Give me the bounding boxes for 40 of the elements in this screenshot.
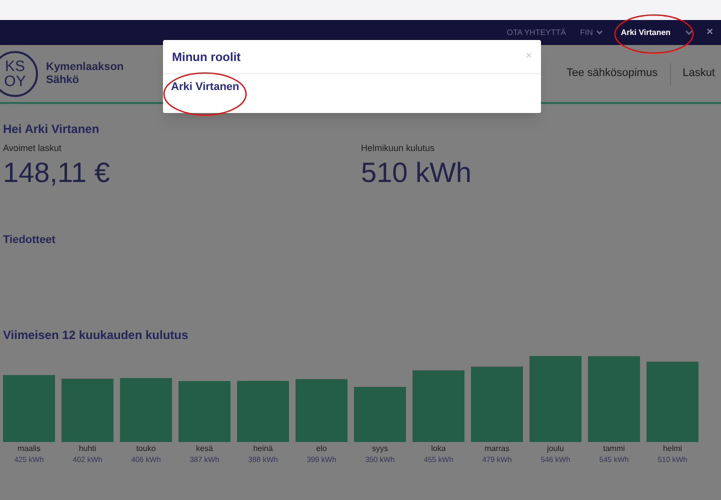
- bar: [412, 370, 464, 442]
- category-label: heinä: [253, 444, 273, 453]
- category-label: huhti: [78, 444, 96, 453]
- category-label: marras: [484, 444, 510, 453]
- brand-name: Kymenlaakson Sähkö: [46, 60, 124, 86]
- user-menu-button[interactable]: Arki Virtanen: [620, 26, 671, 38]
- bar: [3, 375, 55, 442]
- bar: [120, 378, 172, 442]
- role-link[interactable]: Arki Virtanen: [163, 74, 541, 96]
- close-button[interactable]: ×: [706, 24, 713, 41]
- category-label: kesä: [196, 444, 213, 453]
- category-label: tammi: [603, 444, 625, 453]
- greeting-label: Hei: [3, 121, 22, 138]
- stat-value: 148,11 €: [3, 156, 111, 190]
- nav-link[interactable]: Tee sähkösopimus: [566, 65, 658, 82]
- bar: [237, 380, 289, 442]
- category-label: joulu: [547, 444, 564, 453]
- category-label: maalis: [17, 444, 41, 453]
- contact-link[interactable]: OTA YHTEYTTÄ: [506, 26, 566, 38]
- category-label: elo: [316, 444, 327, 453]
- category-label: touko: [136, 444, 156, 453]
- section-title: Viimeisen 12 kuukauden kulutus: [3, 327, 190, 344]
- bar: [296, 379, 348, 442]
- nav-link[interactable]: Laskut: [682, 65, 715, 82]
- logo-mark: KS OY: [0, 50, 38, 96]
- language-button[interactable]: FIN: [580, 26, 603, 38]
- category-label: helmi: [662, 444, 682, 453]
- bar: [62, 378, 114, 442]
- category-label: loka: [431, 444, 446, 453]
- stat-label: Avoimet laskut: [3, 142, 62, 155]
- stat-value: 510 kWh: [361, 156, 472, 190]
- user-name: Arki Virtanen: [24, 121, 100, 138]
- chevron-down-icon: [684, 30, 693, 35]
- section-title: Tiedotteet: [3, 232, 56, 248]
- dialog-title: Minun roolit: [172, 48, 241, 66]
- category-label: syys: [372, 444, 388, 453]
- bar: [354, 386, 406, 442]
- chevron-down-icon: [596, 30, 603, 35]
- stat-label: Helmikuun kulutus: [361, 142, 436, 155]
- bar: [178, 381, 230, 442]
